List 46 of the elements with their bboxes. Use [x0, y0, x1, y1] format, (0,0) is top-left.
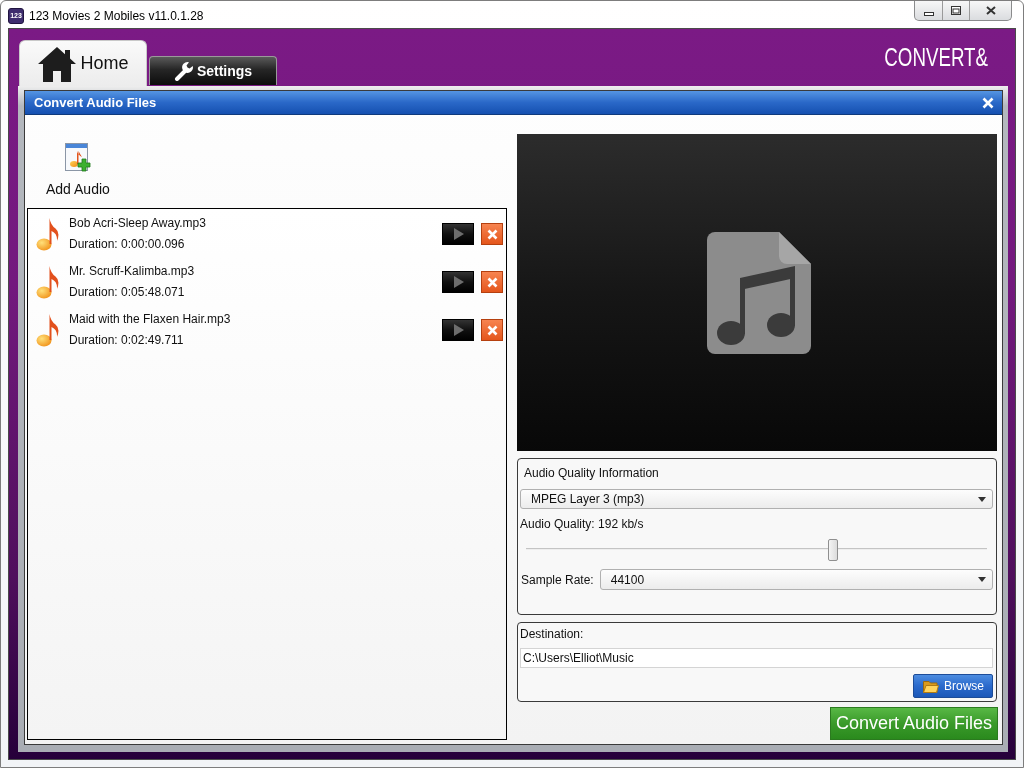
- tab[interactable]: Settings: [149, 56, 277, 85]
- sample-rate-dropdown[interactable]: 44100: [599, 569, 993, 590]
- format-dropdown[interactable]: MPEG Layer 3 (mp3): [520, 489, 993, 509]
- music-file-icon: [707, 231, 811, 354]
- play-button[interactable]: [442, 271, 474, 293]
- logo-text: CONVERT&: [884, 42, 988, 72]
- remove-button[interactable]: [481, 271, 503, 293]
- tab[interactable]: Home: [19, 40, 147, 86]
- close-icon: [982, 96, 994, 109]
- slider-thumb[interactable]: [828, 539, 839, 561]
- file-name: Bob Acri-Sleep Away.mp3: [69, 215, 206, 232]
- file-duration: Duration: 0:05:48.071: [69, 284, 185, 301]
- caret-icon: [978, 577, 986, 582]
- dialog-close-button[interactable]: [982, 96, 994, 109]
- remove-button[interactable]: [481, 223, 503, 245]
- caret-icon: [978, 496, 986, 502]
- destination-label: Destination:: [520, 626, 584, 642]
- remove-button[interactable]: [481, 319, 503, 341]
- play-button[interactable]: [442, 319, 474, 341]
- quality-label: Audio Quality: 192 kb/s: [520, 516, 644, 532]
- dialog-title: Convert Audio Files: [34, 95, 157, 110]
- add-audio-button[interactable]: Add Audio: [46, 140, 110, 200]
- close-icon: [985, 6, 996, 15]
- file-name: Maid with the Flaxen Hair.mp3: [69, 311, 231, 328]
- audio-file-add-icon: [64, 143, 91, 173]
- window-title: 123 Movies 2 Mobiles v11.0.1.28: [29, 9, 204, 23]
- file-duration: Duration: 0:00:00.096: [69, 236, 185, 253]
- maximize-icon: [951, 6, 961, 15]
- file-duration: Duration: 0:02:49.711: [69, 332, 184, 349]
- play-icon: [454, 276, 464, 288]
- folder-icon: [923, 679, 939, 693]
- wrench-icon: [173, 61, 194, 81]
- file-name: Mr. Scruff-Kalimba.mp3: [69, 263, 195, 280]
- play-icon: [454, 324, 464, 336]
- cross-icon: [486, 228, 498, 240]
- browse-button[interactable]: Browse: [913, 674, 993, 698]
- destination-field[interactable]: C:\Users\Elliot\Music: [520, 648, 993, 668]
- group-heading: Audio Quality Information: [523, 465, 659, 481]
- cross-icon: [486, 276, 498, 288]
- cross-icon: [486, 324, 498, 336]
- convert-button[interactable]: Convert Audio Files: [830, 707, 998, 740]
- minimize-icon: [923, 11, 934, 16]
- play-button[interactable]: [442, 223, 474, 245]
- play-icon: [454, 228, 464, 240]
- house-icon: [37, 45, 78, 82]
- sample-rate-label: Sample Rate:: [520, 572, 594, 587]
